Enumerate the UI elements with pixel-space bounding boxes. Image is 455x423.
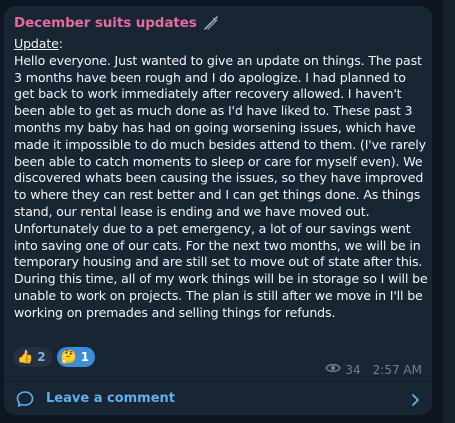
chevron-right-icon <box>410 392 422 406</box>
leave-comment-button[interactable]: Leave a comment <box>4 382 432 415</box>
thinking-face-emoji-icon: 🤔 <box>60 349 77 365</box>
channel-name[interactable]: December suits updates <box>14 15 197 31</box>
leave-comment-label: Leave a comment <box>46 391 176 406</box>
eye-icon <box>325 362 342 377</box>
comment-bubble-icon <box>16 390 34 408</box>
update-heading: Update: <box>14 36 428 53</box>
reaction-count: 1 <box>80 350 90 364</box>
message-paragraph: Hello everyone. Just wanted to give an u… <box>14 52 428 320</box>
update-label: Update <box>14 36 59 51</box>
update-colon: : <box>58 36 63 51</box>
thumbs-up-emoji-icon: 👍 <box>17 349 34 365</box>
message-bubble: December suits updates Update: Hello eve… <box>4 6 432 415</box>
reaction-thinking-face[interactable]: 🤔 1 <box>56 347 96 367</box>
reaction-count: 2 <box>37 350 46 364</box>
scrollbar-track[interactable] <box>443 0 455 423</box>
view-count: 34 <box>345 362 361 377</box>
message-time: 2:57 AM <box>372 362 422 377</box>
message-meta: 34 2:57 AM <box>325 362 422 377</box>
message-text: Update: Hello everyone. Just wanted to g… <box>14 36 428 322</box>
reaction-thumbs-up[interactable]: 👍 2 <box>13 347 52 367</box>
reactions-row: 👍 2 🤔 1 <box>13 347 96 367</box>
scissors-icon <box>203 15 219 31</box>
message-header: December suits updates <box>14 15 219 31</box>
